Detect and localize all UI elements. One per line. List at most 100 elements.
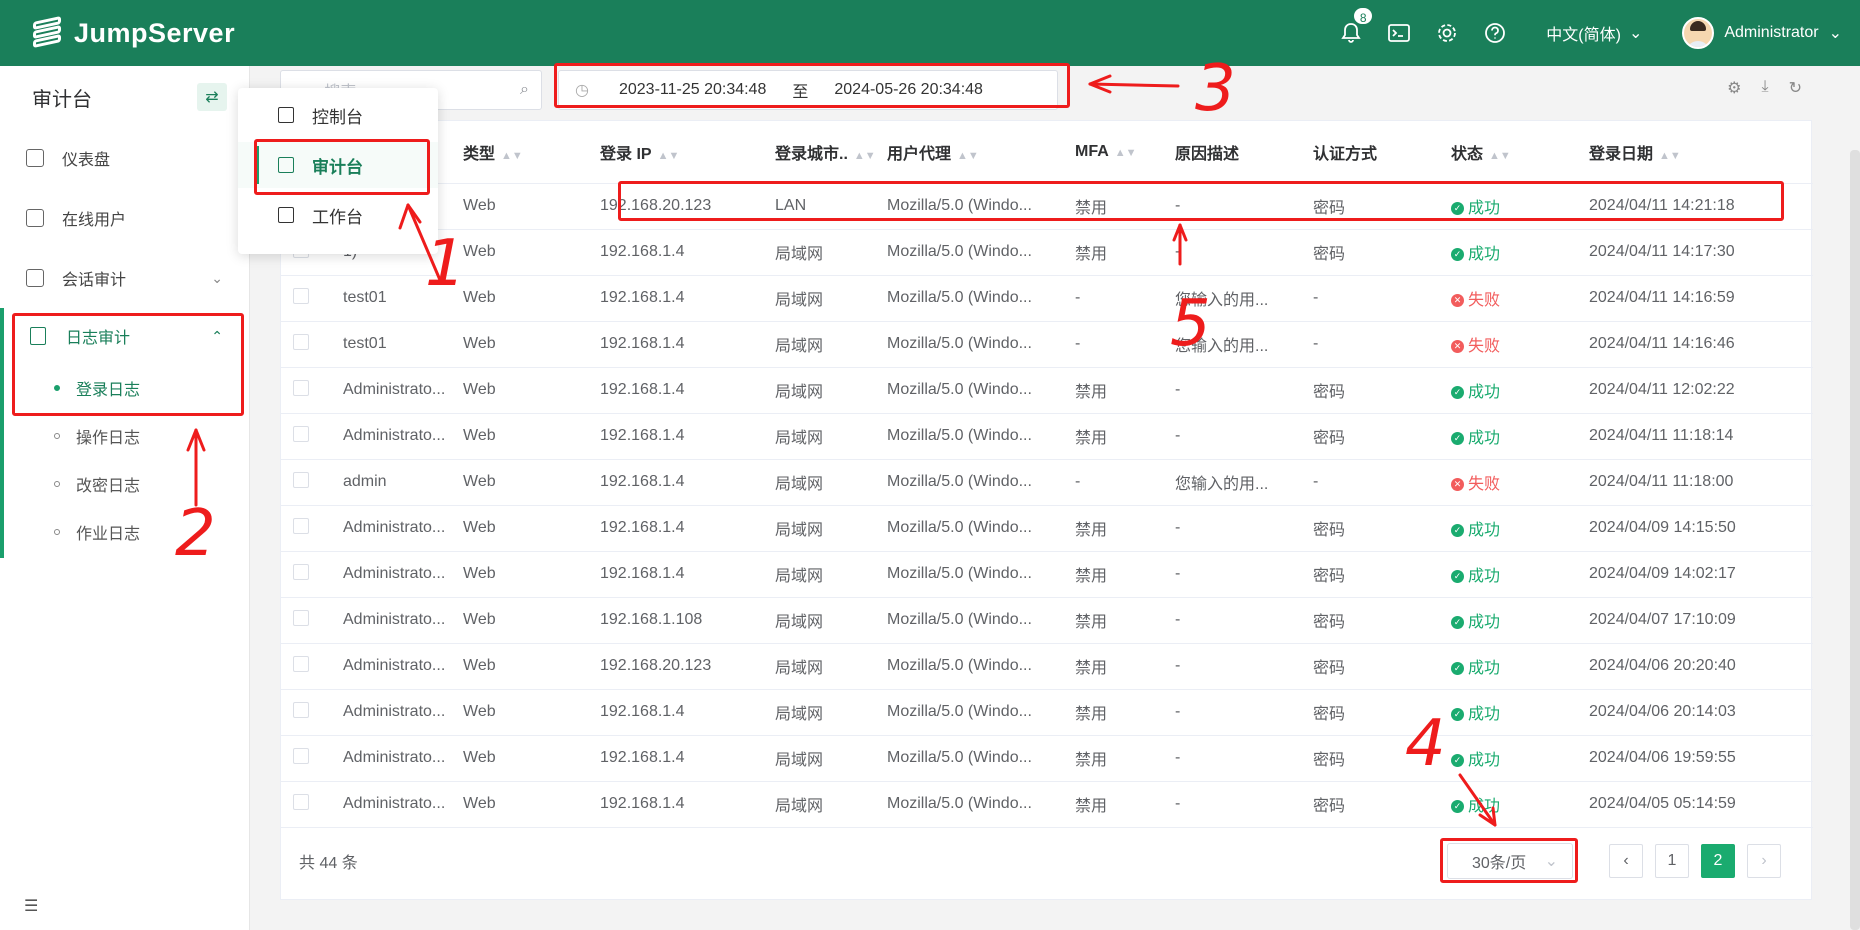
table-row[interactable]: Administrato... Web 192.168.20.123 局域网 Mozil…	[281, 643, 1813, 690]
gear-icon[interactable]	[1434, 20, 1460, 46]
row-checkbox[interactable]	[281, 551, 331, 598]
row-checkbox[interactable]	[281, 735, 331, 782]
row-checkbox[interactable]	[281, 505, 331, 552]
cell-date: 2024/04/11 11:18:14	[1577, 413, 1813, 460]
column-user-agent[interactable]: 用户代理 ▲▼	[875, 121, 1063, 184]
table-row[interactable]: admin Web 192.168.1.4 局域网 Mozilla/5.0 (Windo…	[281, 459, 1813, 506]
cell-reason: -	[1163, 551, 1301, 598]
row-checkbox[interactable]	[281, 321, 331, 368]
sort-icon: ▲▼	[657, 149, 680, 162]
status-label: 成功	[1468, 752, 1501, 769]
terminal-icon[interactable]	[1386, 20, 1412, 46]
row-checkbox[interactable]	[281, 597, 331, 644]
sidebar-item-online-users[interactable]: 在线用户	[0, 188, 249, 248]
column-mfa[interactable]: MFA ▲▼	[1063, 121, 1163, 184]
refresh-icon[interactable]: ↻	[1789, 78, 1802, 98]
dashboard-icon	[26, 149, 44, 167]
column-city[interactable]: 登录城市.. ▲▼	[763, 121, 875, 184]
table-row[interactable]: Administrato... Web 192.168.1.108 局域网 Mozill…	[281, 597, 1813, 644]
checkbox[interactable]	[293, 747, 309, 764]
logo[interactable]: JumpServer	[30, 16, 235, 50]
cell-city: 局域网	[763, 413, 875, 460]
table-row[interactable]: Administrato... Web 192.168.1.4 局域网 Mozilla/…	[281, 781, 1813, 828]
table-row[interactable]: test01 Web 192.168.1.4 局域网 Mozilla/5.0 (Wind…	[281, 321, 1813, 368]
page-scrollbar[interactable]	[1850, 150, 1860, 930]
sidebar-sub-password-change-log[interactable]: 改密日志	[0, 460, 249, 508]
sidebar-item-dashboard[interactable]: 仪表盘	[0, 128, 249, 188]
cell-mfa: 禁用	[1063, 229, 1163, 276]
user-menu[interactable]: Administrator ⌄	[1682, 17, 1842, 49]
cell-city: 局域网	[763, 689, 875, 736]
checkbox[interactable]	[293, 379, 309, 396]
cell-auth: 密码	[1301, 413, 1439, 460]
cell-user-agent: Mozilla/5.0 (Windo...	[875, 505, 1063, 552]
checkbox[interactable]	[293, 563, 309, 580]
checkbox[interactable]	[293, 655, 309, 672]
cell-ip: 192.168.1.4	[588, 229, 763, 276]
check-circle-icon: ✓	[1451, 708, 1464, 722]
cell-user: Administrato...	[331, 551, 451, 598]
checkbox[interactable]	[293, 287, 309, 304]
table-row[interactable]: Administrato... Web 192.168.1.4 局域网 Mozilla/…	[281, 689, 1813, 736]
checkbox[interactable]	[293, 425, 309, 442]
checkbox[interactable]	[293, 333, 309, 350]
cell-reason: -	[1163, 229, 1301, 276]
menu-item-console[interactable]: 控制台	[238, 92, 438, 138]
sidebar-sub-operation-log[interactable]: 操作日志	[0, 412, 249, 460]
column-auth-method: 认证方式	[1301, 121, 1439, 184]
row-checkbox[interactable]	[281, 459, 331, 506]
column-date[interactable]: 登录日期 ▲▼	[1577, 121, 1813, 184]
table-row[interactable]: test01 Web 192.168.1.4 局域网 Mozilla/5.0 (Wind…	[281, 275, 1813, 322]
status-label: 成功	[1468, 706, 1501, 723]
row-checkbox[interactable]	[281, 367, 331, 414]
cell-date: 2024/04/11 14:17:30	[1577, 229, 1813, 276]
sidebar-item-session-audit[interactable]: 会话审计 ⌄	[0, 248, 249, 308]
cell-date: 2024/04/09 14:15:50	[1577, 505, 1813, 552]
cell-ip: 192.168.20.123	[588, 643, 763, 690]
row-checkbox[interactable]	[281, 413, 331, 460]
row-checkbox[interactable]	[281, 643, 331, 690]
table-row[interactable]: Administrato... Web 192.168.1.4 局域网 Mozilla/…	[281, 505, 1813, 552]
cell-auth: 密码	[1301, 229, 1439, 276]
page-button-1[interactable]: 1	[1655, 844, 1689, 878]
next-page-button[interactable]: ›	[1747, 844, 1781, 878]
checkbox[interactable]	[293, 609, 309, 626]
table-row[interactable]: Administrato... Web 192.168.1.4 局域网 Mozilla/…	[281, 551, 1813, 598]
status-badge: ✓ 成功	[1451, 568, 1500, 585]
sort-icon: ▲▼	[1114, 146, 1137, 159]
table-row[interactable]: Administrato... Web 192.168.1.4 局域网 Mozilla/…	[281, 367, 1813, 414]
help-icon[interactable]	[1482, 20, 1508, 46]
collapse-sidebar-icon[interactable]: ☰	[24, 896, 38, 916]
cell-ip: 192.168.1.4	[588, 367, 763, 414]
checkbox[interactable]	[293, 701, 309, 718]
monitor-icon	[278, 207, 294, 223]
download-icon[interactable]: ⤓	[1762, 78, 1769, 98]
checkbox[interactable]	[293, 517, 309, 534]
cell-mfa: 禁用	[1063, 643, 1163, 690]
prev-page-button[interactable]: ‹	[1609, 844, 1643, 878]
table-row[interactable]: Administrato... Web 192.168.1.4 局域网 Mozilla/…	[281, 735, 1813, 782]
row-checkbox[interactable]	[281, 689, 331, 736]
checkbox[interactable]	[293, 471, 309, 488]
language-select[interactable]: 中文(简体) ⌄	[1546, 21, 1642, 45]
column-ip[interactable]: 登录 IP ▲▼	[588, 121, 763, 184]
bell-icon[interactable]: 8	[1338, 6, 1375, 46]
table-row[interactable]: Administrato... Web 192.168.1.4 局域网 Mozilla/…	[281, 413, 1813, 460]
sidebar-item-label: 会话审计	[62, 272, 127, 289]
table-row[interactable]: 1)Web192.168.1.4局域网Mozilla/5.0 (Windo...…	[281, 229, 1813, 276]
cell-city: 局域网	[763, 367, 875, 414]
status-badge: ✓ 成功	[1451, 384, 1500, 401]
sidebar-sub-job-log[interactable]: 作业日志	[0, 508, 249, 556]
settings-icon[interactable]: ⚙	[1727, 78, 1741, 98]
column-status[interactable]: 状态 ▲▼	[1439, 121, 1577, 184]
view-switch-icon[interactable]: ⇄	[197, 83, 227, 111]
menu-item-workbench[interactable]: 工作台	[238, 192, 438, 238]
cell-date: 2024/04/06 19:59:55	[1577, 735, 1813, 782]
column-type[interactable]: 类型 ▲▼	[451, 121, 588, 184]
row-checkbox[interactable]	[281, 275, 331, 322]
page-button-2[interactable]: 2	[1701, 844, 1735, 878]
sidebar: 审计台 ⇄ 仪表盘 在线用户 会话审计 ⌄ 日志审计 ⌃ 登录日志 操作日志 改…	[0, 66, 250, 930]
row-checkbox[interactable]	[281, 781, 331, 828]
status-label: 失败	[1468, 338, 1501, 355]
checkbox[interactable]	[293, 793, 309, 810]
